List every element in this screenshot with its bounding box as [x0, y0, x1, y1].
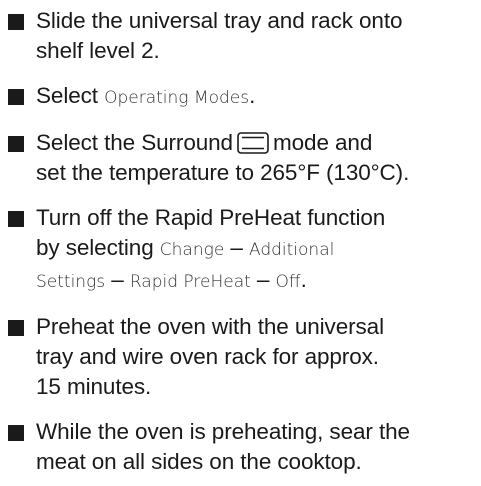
instruction-list: Slide the universal tray and rack onto s…	[8, 6, 476, 477]
bullet-icon	[8, 425, 24, 441]
step-text: Preheat the oven with the universal	[36, 314, 384, 339]
ui-label-additional: Additional	[249, 240, 335, 260]
ui-label-settings: Settings	[36, 272, 106, 292]
separator-dash: –	[224, 235, 249, 260]
step-text: mode and	[272, 130, 373, 155]
step-text: .	[300, 267, 307, 292]
ui-label-off: Off	[275, 272, 301, 292]
step-item: Preheat the oven with the universal tray…	[8, 312, 476, 402]
step-text: Turn off the Rapid PreHeat function	[36, 205, 386, 230]
surround-mode-icon	[237, 132, 269, 154]
step-text: Select the Surround	[36, 130, 233, 155]
bullet-icon	[8, 89, 24, 105]
step-text: set the temperature to 265°F (130°C).	[36, 160, 410, 185]
step-text: While the oven is preheating, sear the	[36, 419, 410, 444]
bullet-icon	[8, 211, 24, 227]
bullet-icon	[8, 136, 24, 152]
step-item: Turn off the Rapid PreHeat function by s…	[8, 203, 476, 297]
step-text: Slide the universal tray and rack onto	[36, 8, 403, 33]
step-text: meat on all sides on the cooktop.	[36, 449, 362, 474]
step-text: tray and wire oven rack for approx.	[36, 344, 379, 369]
ui-label-rapid-preheat: Rapid PreHeat	[129, 272, 251, 292]
bullet-icon	[8, 14, 24, 30]
ui-label-change: Change	[159, 240, 225, 260]
step-text: Select	[36, 83, 105, 108]
step-item: Slide the universal tray and rack onto s…	[8, 6, 476, 66]
step-item: While the oven is preheating, sear the m…	[8, 417, 476, 477]
step-item: Select the Surround mode and set the tem…	[8, 128, 476, 188]
step-text: 15 minutes.	[36, 374, 152, 399]
step-item: Select Operating Modes.	[8, 81, 476, 113]
ui-label-operating-modes: Operating Modes	[104, 88, 250, 108]
separator-dash: –	[105, 267, 130, 292]
step-text: shelf level 2.	[36, 38, 160, 63]
step-text: .	[249, 83, 256, 108]
step-text: by selecting	[36, 235, 160, 260]
separator-dash: –	[250, 267, 276, 292]
bullet-icon	[8, 320, 24, 336]
